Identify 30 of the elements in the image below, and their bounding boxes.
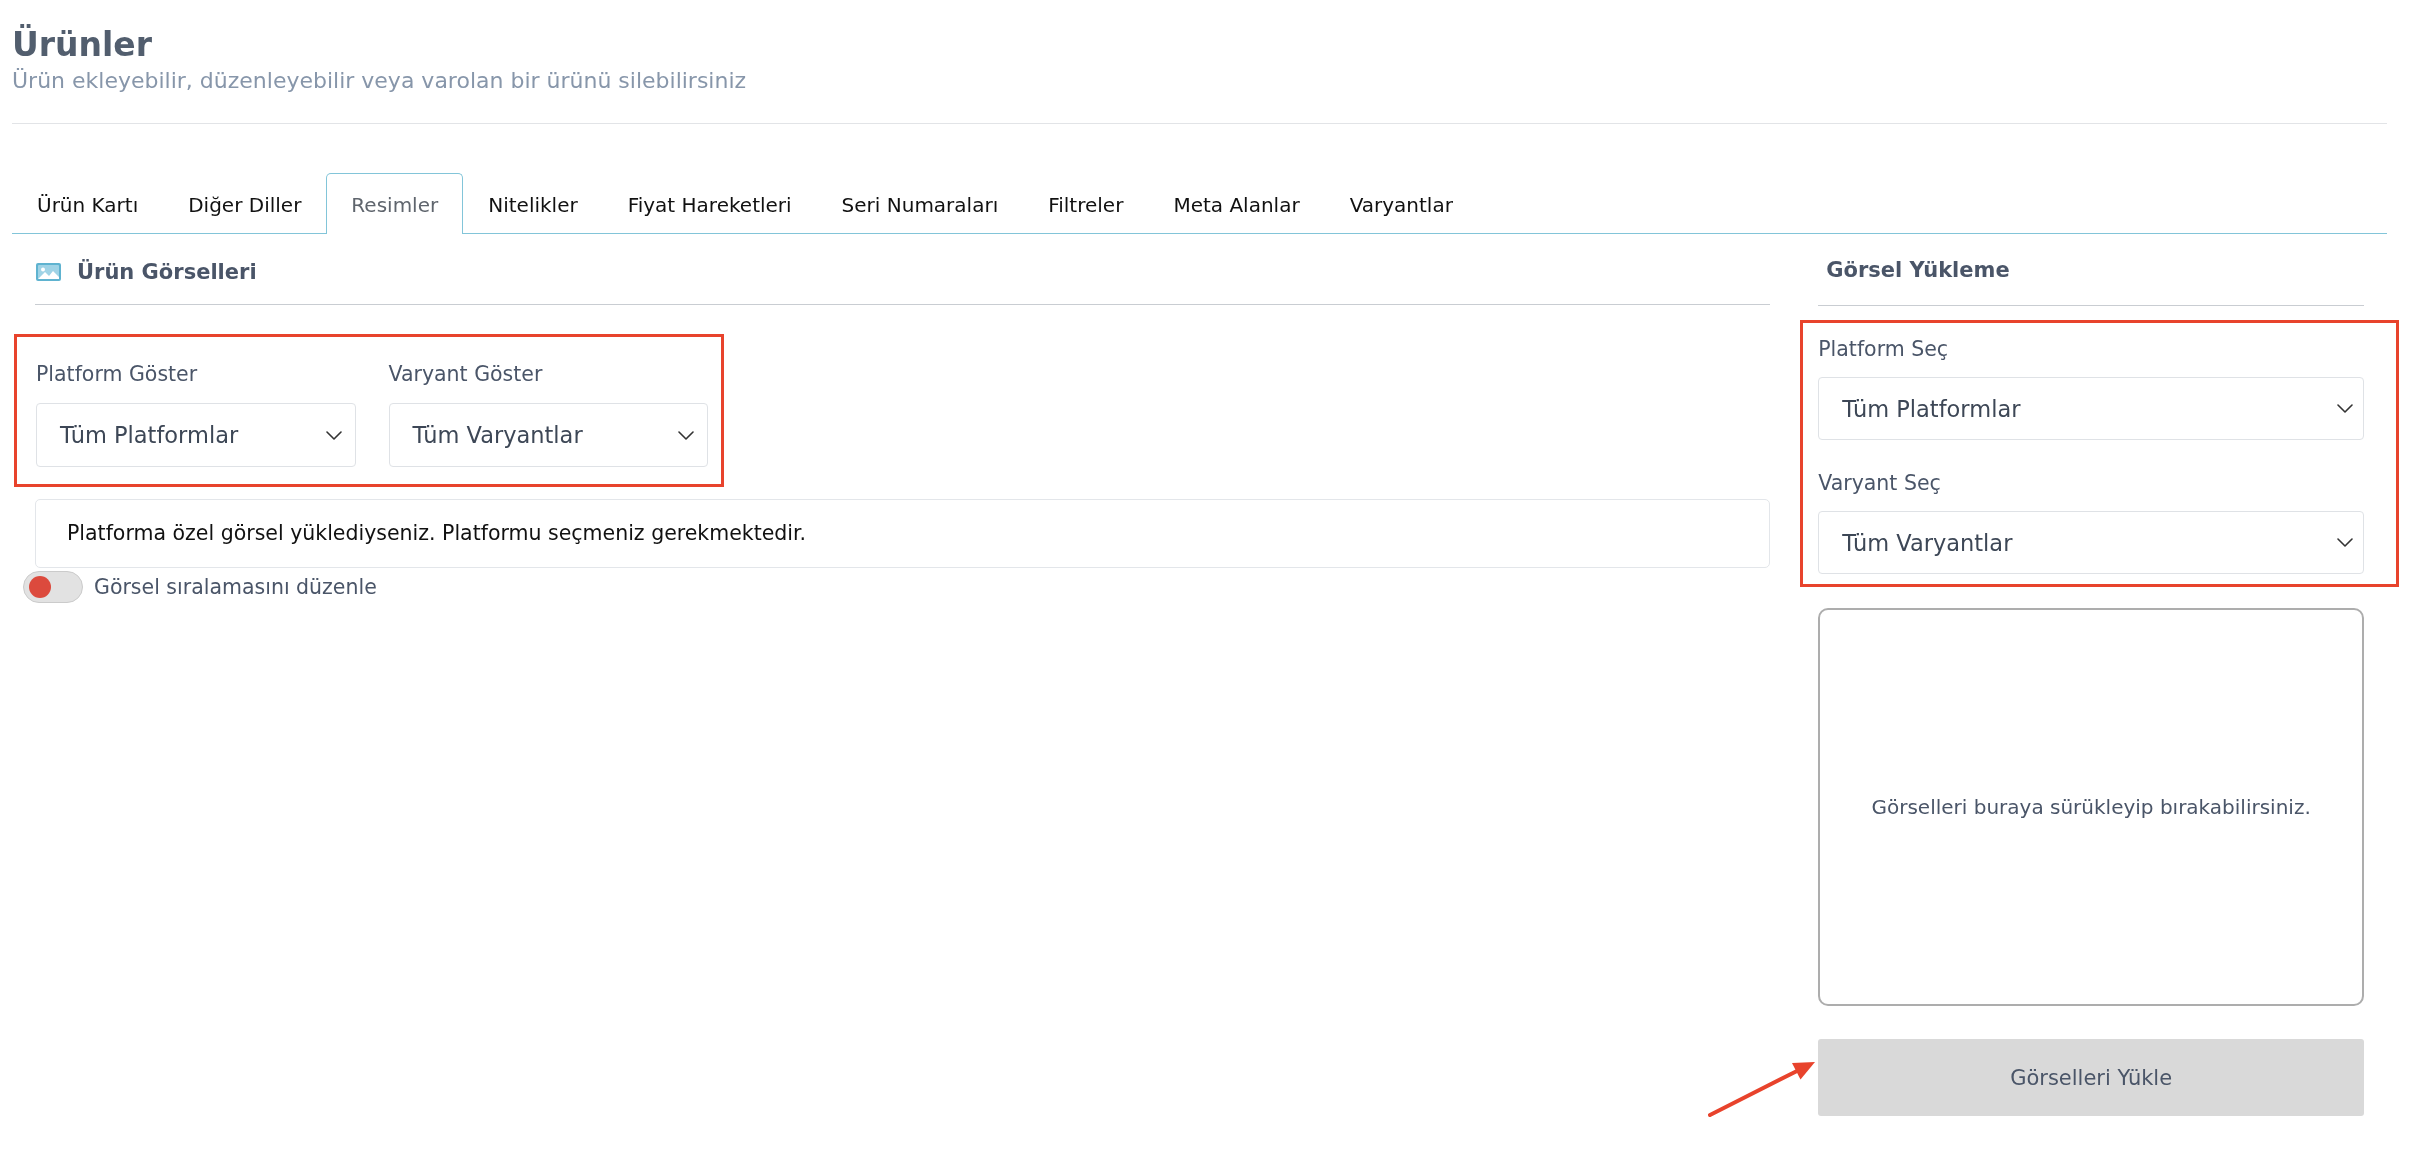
section-title: Ürün Görselleri xyxy=(77,258,257,286)
select-field[interactable]: Tüm Varyantlar xyxy=(388,403,708,467)
chevron-down-icon xyxy=(325,430,342,440)
tab[interactable]: Varyantlar xyxy=(1324,173,1478,234)
info-notice: Platforma özel görsel yüklediyseniz. Platformu seçmeniz gerekmektedir. xyxy=(35,499,1771,568)
tab[interactable]: Diğer Diller xyxy=(163,173,327,234)
chevron-down-icon xyxy=(2337,538,2353,547)
tab[interactable]: Seri Numaraları xyxy=(816,173,1024,234)
section-title: Görsel Yükleme xyxy=(1826,258,2010,282)
field-label: Varyant Göster xyxy=(388,362,543,386)
image-icon xyxy=(36,263,61,281)
select-field[interactable]: Tüm Platformlar xyxy=(36,403,356,467)
field-label: Platform Seç xyxy=(1818,337,1949,361)
chevron-down-icon xyxy=(2337,404,2353,413)
toggle-label: Görsel sıralamasını düzenle xyxy=(94,575,377,599)
field-label: Varyant Seç xyxy=(1818,471,1941,495)
page-title: Ürünler xyxy=(12,25,153,65)
select-field[interactable]: Tüm Varyantlar xyxy=(1818,511,2364,574)
toggle-switch[interactable] xyxy=(23,571,83,603)
drop-zone[interactable]: Görselleri buraya sürükleyip bırakabilirsiniz. xyxy=(1818,608,2364,1006)
tab[interactable]: Nitelikler xyxy=(463,173,603,234)
field-label: Platform Göster xyxy=(36,362,198,386)
tab[interactable]: Fiyat Hareketleri xyxy=(602,173,817,234)
tab[interactable]: Resimler xyxy=(326,173,464,234)
chevron-down-icon xyxy=(678,430,694,440)
page-subtitle: Ürün ekleyebilir, düzenleyebilir veya varolan bir ürünü silebilirsiniz xyxy=(12,67,747,95)
tab[interactable]: Filtreler xyxy=(1023,173,1149,234)
tab[interactable]: Meta Alanlar xyxy=(1148,173,1325,234)
tab[interactable]: Ürün Kartı xyxy=(12,173,164,234)
select-field[interactable]: Tüm Platformlar xyxy=(1818,377,2364,440)
